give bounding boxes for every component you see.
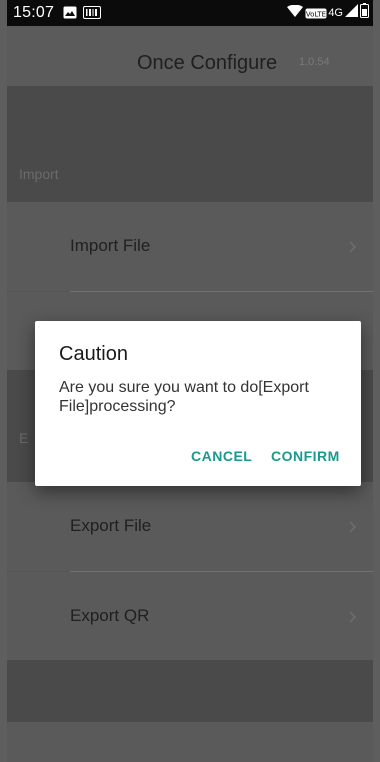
import-section-header-band: Import — [7, 86, 373, 202]
chevron-right-icon — [349, 240, 357, 258]
caution-dialog: Caution Are you sure you want to do[Expo… — [35, 321, 361, 486]
status-bar: 15:07 VoLTE 4G — [7, 0, 373, 26]
chevron-right-icon — [349, 520, 357, 538]
status-time: 15:07 — [13, 4, 55, 21]
dialog-message: Are you sure you want to do[Export File]… — [59, 379, 309, 415]
battery-icon — [360, 3, 369, 23]
wifi-icon — [287, 4, 304, 22]
export-file-label: Export File — [70, 516, 152, 535]
export-qr-item[interactable]: Export QR — [7, 572, 373, 660]
app-screen: 15:07 VoLTE 4G Once Configure 1.0.54 Imp… — [7, 0, 373, 762]
app-version: 1.0.54 — [299, 56, 330, 68]
cancel-button[interactable]: CANCEL — [191, 448, 252, 464]
confirm-button[interactable]: CONFIRM — [271, 448, 340, 464]
export-file-item[interactable]: Export File — [7, 482, 373, 571]
cell-signal-icon — [345, 4, 358, 22]
import-file-label: Import File — [70, 236, 151, 255]
network-type-icon: VoLTE 4G — [305, 7, 343, 19]
dialog-title: Caution — [59, 343, 128, 365]
bottom-band — [7, 660, 373, 722]
import-file-item[interactable]: Import File — [7, 202, 373, 291]
image-notification-icon — [63, 6, 77, 24]
svg-text:VoLTE: VoLTE — [306, 10, 326, 18]
app-bar: Once Configure 1.0.54 — [7, 26, 373, 86]
bottom-area — [7, 722, 373, 762]
chevron-right-icon — [349, 610, 357, 628]
export-section-header: E — [19, 430, 29, 446]
barcode-notification-icon — [83, 6, 101, 24]
export-qr-label: Export QR — [70, 606, 150, 625]
app-title: Once Configure — [137, 52, 278, 74]
import-section-header: Import — [19, 166, 59, 182]
